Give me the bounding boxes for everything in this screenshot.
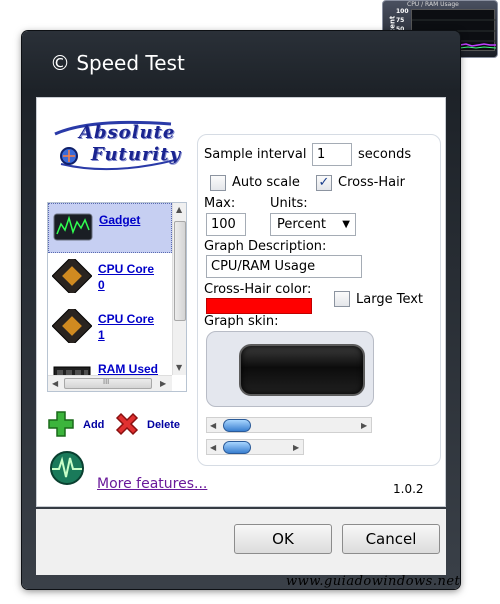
skin-slider-1[interactable]: ◀ ▶ (206, 417, 372, 433)
horizontal-scroll-thumb[interactable]: III (64, 378, 152, 389)
cancel-button[interactable]: Cancel (342, 524, 440, 554)
dialog-footer: OK Cancel (36, 509, 446, 575)
absolute-futurity-logo: Absolute Futurity (51, 114, 181, 178)
ok-button[interactable]: OK (234, 524, 332, 554)
skin-slider-2[interactable]: ◀ ▶ (206, 439, 304, 455)
settings-panel: Sample interval 1 seconds Auto scale ✓ C… (197, 134, 441, 466)
units-select-value: Percent (277, 217, 326, 232)
slider-right-arrow-icon[interactable]: ▶ (361, 421, 367, 431)
slider-knob[interactable] (223, 441, 251, 454)
large-text-checkbox[interactable] (334, 291, 350, 307)
speed-test-dialog: © Speed Test Absolute Futurity Gadget CP… (22, 31, 460, 589)
auto-scale-checkbox[interactable] (210, 175, 226, 191)
units-select[interactable]: Percent ▼ (270, 213, 356, 236)
list-item-cpu-core-0[interactable]: CPU Core 0 (48, 253, 172, 303)
list-item-cpu-core-1[interactable]: CPU Core 1 (48, 303, 172, 353)
gadget-scale-tick: 100 (396, 8, 409, 15)
scroll-grip: III (103, 378, 110, 386)
scroll-down-arrow-icon[interactable]: ▼ (176, 363, 182, 373)
graph-skin-preview[interactable] (206, 331, 374, 407)
cpu-chip-icon (52, 309, 92, 343)
chevron-down-icon: ▼ (342, 219, 350, 230)
scroll-left-arrow-icon[interactable]: ◀ (52, 379, 58, 389)
logo-line-2: Futurity (91, 144, 182, 165)
scroll-up-arrow-icon[interactable]: ▲ (176, 205, 182, 215)
list-horizontal-scrollbar[interactable]: ◀ III ▶ (48, 375, 172, 391)
list-item-label: CPU Core 1 (98, 312, 155, 342)
slider-left-arrow-icon[interactable]: ◀ (210, 421, 216, 431)
more-features-link[interactable]: More features... (97, 476, 207, 492)
units-label: Units: (270, 196, 308, 211)
gadget-graph-icon (53, 213, 93, 241)
cross-hair-color-swatch[interactable] (206, 298, 312, 314)
cross-hair-label: Cross-Hair (338, 175, 406, 190)
cross-hair-color-label: Cross-Hair color: (204, 282, 312, 297)
item-list[interactable]: Gadget CPU Core 0 CPU Core 1 RAM Used ▲ … (47, 202, 187, 392)
delete-button[interactable]: Delete (147, 419, 180, 431)
vertical-scroll-thumb[interactable] (174, 221, 186, 321)
sample-interval-input[interactable]: 1 (312, 143, 352, 166)
scroll-right-arrow-icon[interactable]: ▶ (160, 379, 166, 389)
dialog-content: Absolute Futurity Gadget CPU Core 0 CPU … (36, 97, 446, 507)
window-title: © Speed Test (50, 51, 185, 75)
delete-x-icon[interactable] (113, 410, 141, 438)
slider-knob[interactable] (223, 419, 251, 432)
logo-line-1: Absolute (79, 122, 176, 143)
graph-skin-sample (239, 344, 365, 396)
slider-left-arrow-icon[interactable]: ◀ (210, 443, 216, 453)
add-plus-icon[interactable] (47, 410, 75, 438)
sample-interval-label: Sample interval (204, 147, 307, 162)
list-item-label: Gadget (99, 213, 141, 227)
seconds-label: seconds (358, 147, 412, 162)
slider-right-arrow-icon[interactable]: ▶ (293, 443, 299, 453)
add-button[interactable]: Add (83, 419, 104, 431)
list-item-label: CPU Core 0 (98, 262, 155, 292)
gadget-title: CPU / RAM Usage (407, 1, 459, 8)
gadget-scale-tick: 75 (396, 17, 405, 24)
cpu-chip-icon (52, 259, 92, 293)
auto-scale-label: Auto scale (232, 175, 300, 190)
version-label: 1.0.2 (393, 482, 424, 496)
max-label: Max: (204, 196, 236, 211)
list-item-gadget[interactable]: Gadget (48, 203, 172, 253)
watermark: www.guiadowindows.net (286, 574, 461, 589)
heartbeat-globe-icon (50, 451, 84, 485)
list-vertical-scrollbar[interactable]: ▲ ▼ (172, 203, 186, 375)
cross-hair-checkbox[interactable]: ✓ (316, 175, 332, 191)
graph-description-label: Graph Description: (204, 239, 327, 254)
max-input[interactable]: 100 (206, 213, 246, 236)
large-text-label: Large Text (356, 292, 423, 307)
graph-description-input[interactable]: CPU/RAM Usage (206, 255, 362, 278)
graph-skin-label: Graph skin: (204, 314, 279, 329)
